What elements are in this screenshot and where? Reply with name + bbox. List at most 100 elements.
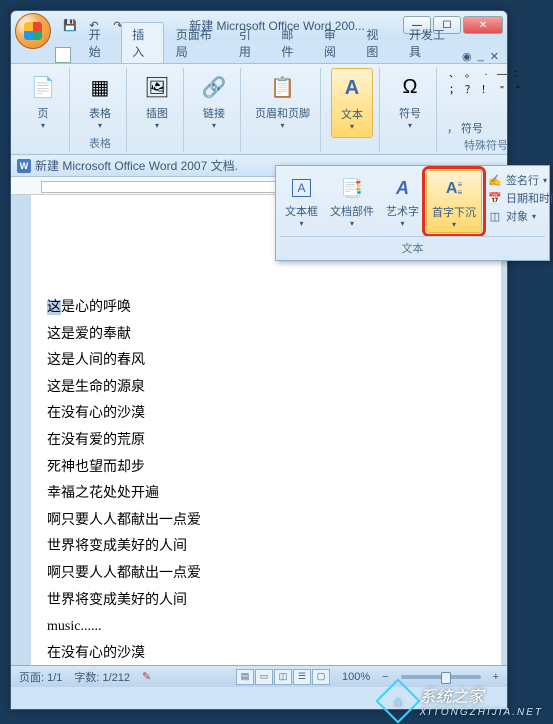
document-line[interactable]: 世界将变成美好的人间	[47, 588, 485, 615]
chevron-down-icon: ▾	[408, 121, 412, 130]
symbol-icon: Ω	[394, 71, 426, 103]
document-line[interactable]: 在没有心的沙漠	[47, 401, 485, 428]
document-line[interactable]: 在没有爱的荒原	[47, 428, 485, 455]
chevron-down-icon: ▾	[98, 121, 102, 130]
group-illustrations: 🖼 插图 ▾	[131, 68, 184, 152]
chevron-down-icon: ▾	[400, 219, 404, 228]
view-outline[interactable]: ☰	[293, 669, 311, 685]
picture-button[interactable]: 🖼 插图 ▾	[137, 68, 177, 138]
document-line[interactable]: 死神也望而却步	[47, 455, 485, 482]
text-icon: A	[336, 72, 368, 104]
chevron-down-icon: ▾	[452, 220, 456, 229]
document-line[interactable]: 啊只要人人都献出一点爱	[47, 561, 485, 588]
docparts-icon: 📑	[337, 173, 367, 203]
headerfooter-icon: 📋	[267, 71, 299, 103]
table-icon: ▦	[84, 71, 116, 103]
group-headerfooter: 📋 页眉和页脚 ▾	[245, 68, 321, 152]
document-line[interactable]: 幸福之花处处开遍	[47, 481, 485, 508]
tab-references[interactable]: 引用	[229, 23, 270, 63]
popup-group-label: 文本	[280, 236, 545, 256]
datetime-button[interactable]: 📅 日期和时间	[488, 190, 553, 206]
new-doc-icon[interactable]	[55, 47, 71, 63]
group-text: A 文本 ▾	[325, 68, 380, 152]
tab-mail[interactable]: 邮件	[271, 23, 312, 63]
save-icon[interactable]: 💾	[61, 16, 79, 34]
popup-side-items: ✍ 签名行▾ 📅 日期和时间 ◫ 对象▾	[484, 170, 553, 233]
watermark-icon: ⌂	[375, 678, 420, 723]
group-special: 、。·—： ；？！"" ， 符号 特殊符号	[441, 68, 531, 152]
chevron-down-icon: ▾	[155, 121, 159, 130]
zoom-slider[interactable]	[401, 675, 481, 679]
signature-icon: ✍	[488, 173, 502, 187]
zoom-in[interactable]: +	[493, 671, 499, 683]
close-button[interactable]: ✕	[463, 16, 503, 34]
office-button[interactable]	[15, 13, 51, 49]
document-line[interactable]: music......	[47, 614, 485, 641]
view-web[interactable]: ◫	[274, 669, 292, 685]
document-line[interactable]: 这是爱的奉献	[47, 322, 485, 349]
view-draft[interactable]: ▢	[312, 669, 330, 685]
special-chars-grid[interactable]: 、。·—： ；？！""	[447, 68, 525, 114]
view-fullscreen[interactable]: ▭	[255, 669, 273, 685]
document-line[interactable]: 这是生命的源泉	[47, 375, 485, 402]
chevron-down-icon: ▾	[41, 121, 45, 130]
special-more[interactable]: ， 符号	[447, 120, 483, 136]
view-buttons: ▤ ▭ ◫ ☰ ▢	[236, 669, 330, 685]
table-button[interactable]: ▦ 表格 ▾	[80, 68, 120, 134]
tab-view[interactable]: 视图	[356, 23, 397, 63]
ribbon-help-icon[interactable]: ◉	[462, 50, 472, 63]
tab-developer[interactable]: 开发工具	[399, 23, 460, 63]
document-line[interactable]: 在没有心的沙漠	[47, 641, 485, 665]
chevron-down-icon: ▾	[212, 121, 216, 130]
document-line[interactable]: 啊只要人人都献出一点爱	[47, 508, 485, 535]
watermark: ⌂ 系统之家 XITONGZHIJIA.NET	[382, 683, 544, 718]
page-icon: 📄	[27, 71, 59, 103]
wordart-icon: A	[388, 173, 418, 203]
group-links: 🔗 链接 ▾	[188, 68, 241, 152]
status-words[interactable]: 字数: 1/212	[74, 669, 130, 685]
zoom-out[interactable]: −	[382, 671, 388, 683]
group-page: 📄 页 ▾	[17, 68, 70, 152]
text-group-popup: A 文本框 ▾ 📑 文档部件 ▾ A 艺术字 ▾ A≡≡ 首字下沉 ▾ ✍ 签名…	[275, 165, 550, 261]
dropcap-button[interactable]: A≡≡ 首字下沉 ▾	[426, 170, 482, 233]
object-button[interactable]: ◫ 对象▾	[488, 208, 553, 224]
tab-layout[interactable]: 页面布局	[166, 23, 227, 63]
ribbon-body: 📄 页 ▾ ▦ 表格 ▾ 表格 🖼 插图	[11, 63, 507, 155]
wordart-button[interactable]: A 艺术字 ▾	[381, 170, 424, 233]
zoom-level[interactable]: 100%	[342, 671, 370, 683]
view-print-layout[interactable]: ▤	[236, 669, 254, 685]
tab-start[interactable]: 开始	[79, 23, 120, 63]
document-line[interactable]: 这是心的呼唤	[47, 295, 485, 322]
document-area[interactable]: 这是心的呼唤这是爱的奉献这是人间的春风这是生命的源泉在没有心的沙漠在没有爱的荒原…	[11, 195, 507, 665]
dropcap-icon: A≡≡	[439, 174, 469, 204]
ribbon-close-icon[interactable]: ✕	[490, 50, 499, 63]
document-title: 新建 Microsoft Office Word 2007 文档.	[35, 157, 238, 174]
tab-review[interactable]: 审阅	[314, 23, 355, 63]
textbox-button[interactable]: A 文本框 ▾	[280, 170, 323, 233]
ribbon-minimize-icon[interactable]: _	[478, 50, 484, 63]
document-line[interactable]: 世界将变成美好的人间	[47, 534, 485, 561]
page-button[interactable]: 📄 页 ▾	[23, 68, 63, 138]
group-symbol: Ω 符号 ▾	[384, 68, 437, 152]
link-icon: 🔗	[198, 71, 230, 103]
tab-insert[interactable]: 插入	[121, 22, 164, 63]
link-button[interactable]: 🔗 链接 ▾	[194, 68, 234, 138]
textbox-icon: A	[287, 173, 317, 203]
group-table: ▦ 表格 ▾ 表格	[74, 68, 127, 152]
signature-button[interactable]: ✍ 签名行▾	[488, 172, 553, 188]
headerfooter-button[interactable]: 📋 页眉和页脚 ▾	[251, 68, 314, 138]
chevron-down-icon: ▾	[350, 219, 354, 228]
word-doc-icon: W	[17, 159, 31, 173]
status-page[interactable]: 页面: 1/1	[19, 669, 62, 685]
document-line[interactable]: 这是人间的春风	[47, 348, 485, 375]
word-window: 💾 ↶ ↷ ▾ 新建 Microsoft Office Word 200... …	[10, 10, 508, 710]
object-icon: ◫	[488, 209, 502, 223]
picture-icon: 🖼	[141, 71, 173, 103]
document-content[interactable]: 这是心的呼唤这是爱的奉献这是人间的春风这是生命的源泉在没有心的沙漠在没有爱的荒原…	[31, 195, 501, 665]
docparts-button[interactable]: 📑 文档部件 ▾	[325, 170, 379, 233]
text-button[interactable]: A 文本 ▾	[331, 68, 373, 138]
chevron-down-icon: ▾	[299, 219, 303, 228]
symbol-button[interactable]: Ω 符号 ▾	[390, 68, 430, 138]
ribbon-tabs: 开始 插入 页面布局 引用 邮件 审阅 视图 开发工具 ◉ _ ✕	[11, 39, 507, 63]
chevron-down-icon: ▾	[280, 121, 284, 130]
